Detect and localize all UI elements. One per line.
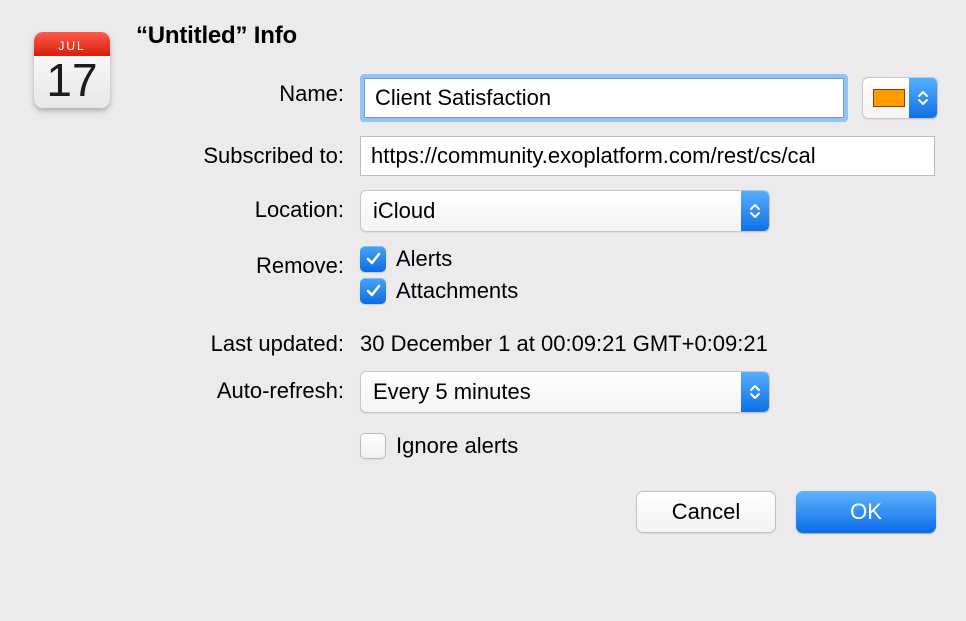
color-swatch	[873, 89, 905, 107]
calendar-color-popup[interactable]	[862, 77, 938, 119]
chevron-up-down-icon	[741, 191, 769, 231]
remove-label: Remove:	[22, 246, 360, 279]
auto-refresh-select-value: Every 5 minutes	[361, 379, 741, 405]
last-updated-label: Last updated:	[22, 324, 360, 357]
name-input[interactable]	[364, 78, 844, 118]
subscribed-label: Subscribed to:	[22, 136, 360, 169]
checkmark-icon	[365, 283, 381, 299]
auto-refresh-label: Auto-refresh:	[22, 371, 360, 404]
auto-refresh-select[interactable]: Every 5 minutes	[360, 371, 770, 413]
location-select[interactable]: iCloud	[360, 190, 770, 232]
attachments-checkbox-label: Attachments	[396, 278, 518, 304]
location-select-value: iCloud	[361, 198, 741, 224]
alerts-checkbox-label: Alerts	[396, 246, 452, 272]
dialog-title: “Untitled” Info	[136, 22, 297, 50]
checkmark-icon	[365, 251, 381, 267]
ignore-alerts-checkbox-label: Ignore alerts	[396, 433, 518, 459]
cancel-button[interactable]: Cancel	[636, 491, 776, 533]
calendar-icon-month: JUL	[58, 39, 85, 53]
last-updated-value: 30 December 1 at 00:09:21 GMT+0:09:21	[360, 324, 938, 357]
location-label: Location:	[22, 190, 360, 223]
calendar-app-icon: JUL 17	[22, 22, 122, 122]
ignore-alerts-checkbox[interactable]	[360, 433, 386, 459]
attachments-checkbox[interactable]	[360, 278, 386, 304]
chevron-up-down-icon	[909, 78, 937, 118]
alerts-checkbox[interactable]	[360, 246, 386, 272]
subscribed-to-input[interactable]	[360, 136, 935, 176]
ok-button[interactable]: OK	[796, 491, 936, 533]
chevron-up-down-icon	[741, 372, 769, 412]
name-label: Name:	[22, 74, 360, 107]
